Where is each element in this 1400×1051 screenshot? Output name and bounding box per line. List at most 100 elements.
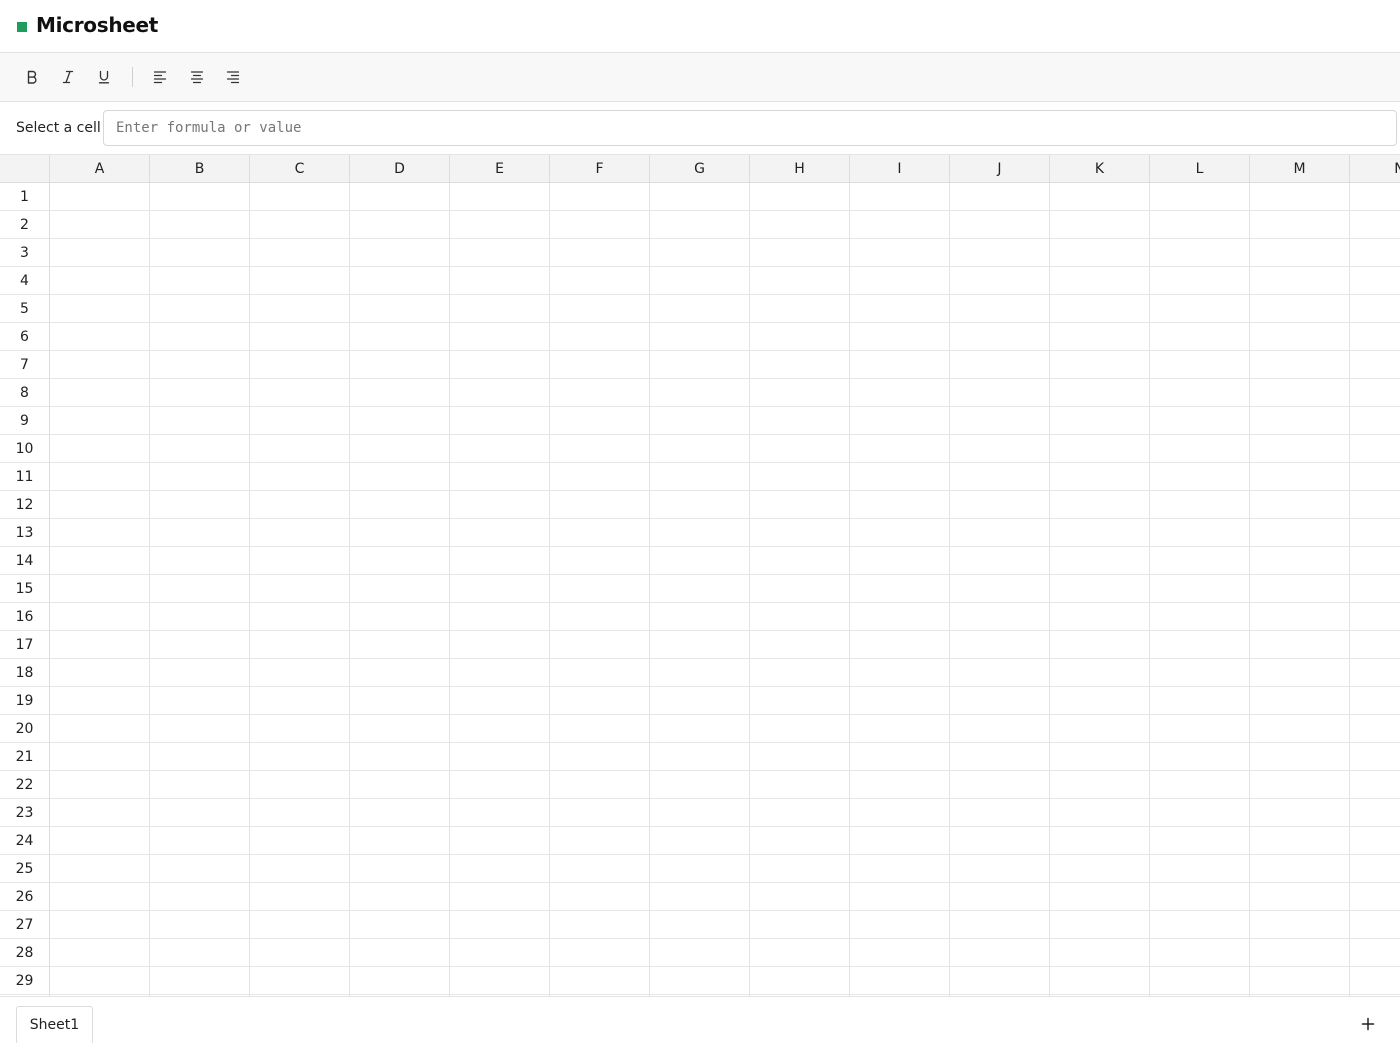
grid-cell[interactable] (350, 407, 450, 435)
grid-cell[interactable] (50, 603, 150, 631)
grid-cell[interactable] (350, 463, 450, 491)
grid-cell[interactable] (950, 603, 1050, 631)
grid-cell[interactable] (550, 435, 650, 463)
row-header[interactable]: 14 (0, 547, 50, 575)
grid-cell[interactable] (850, 463, 950, 491)
grid-cell[interactable] (150, 827, 250, 855)
grid-cell[interactable] (650, 239, 750, 267)
grid-cell[interactable] (1150, 799, 1250, 827)
grid-cell[interactable] (50, 939, 150, 967)
grid-cell[interactable] (1250, 631, 1350, 659)
grid-cell[interactable] (350, 183, 450, 211)
grid-cell[interactable] (550, 407, 650, 435)
column-header[interactable]: L (1150, 155, 1250, 183)
grid-cell[interactable] (650, 435, 750, 463)
grid-cell[interactable] (1050, 715, 1150, 743)
grid-cell[interactable] (150, 855, 250, 883)
grid-cell[interactable] (750, 351, 850, 379)
grid-cell[interactable] (750, 239, 850, 267)
grid-cell[interactable] (1250, 715, 1350, 743)
grid-cell[interactable] (450, 855, 550, 883)
grid-cell[interactable] (150, 379, 250, 407)
grid-cell[interactable] (250, 295, 350, 323)
grid-cell[interactable] (1150, 855, 1250, 883)
grid-cell[interactable] (1250, 911, 1350, 939)
grid-cell[interactable] (1150, 575, 1250, 603)
grid-cell[interactable] (750, 183, 850, 211)
grid-cell[interactable] (850, 631, 950, 659)
grid-cell[interactable] (1050, 379, 1150, 407)
grid-cell[interactable] (150, 491, 250, 519)
grid-cell[interactable] (850, 547, 950, 575)
grid-cell[interactable] (350, 743, 450, 771)
grid-cell[interactable] (1050, 295, 1150, 323)
grid-cell[interactable] (150, 967, 250, 995)
grid-cell[interactable] (50, 351, 150, 379)
grid-cell[interactable] (150, 295, 250, 323)
grid-cell[interactable] (1250, 603, 1350, 631)
grid-cell[interactable] (850, 267, 950, 295)
grid-cell[interactable] (750, 883, 850, 911)
grid-cell[interactable] (750, 911, 850, 939)
grid-cell[interactable] (750, 547, 850, 575)
row-header[interactable]: 17 (0, 631, 50, 659)
grid-cell[interactable] (650, 463, 750, 491)
column-header[interactable]: G (650, 155, 750, 183)
grid-cell[interactable] (750, 379, 850, 407)
grid-cell[interactable] (50, 967, 150, 995)
grid-cell[interactable] (950, 939, 1050, 967)
grid-cell[interactable] (150, 463, 250, 491)
grid-cell[interactable] (1050, 211, 1150, 239)
grid-cell[interactable] (850, 379, 950, 407)
grid-cell[interactable] (1150, 239, 1250, 267)
grid-cell[interactable] (150, 771, 250, 799)
grid-cell[interactable] (950, 659, 1050, 687)
grid-cell[interactable] (950, 687, 1050, 715)
grid-cell[interactable] (550, 183, 650, 211)
grid-cell[interactable] (650, 379, 750, 407)
grid-cell[interactable] (1350, 827, 1400, 855)
grid-cell[interactable] (250, 967, 350, 995)
grid-cell[interactable] (150, 715, 250, 743)
grid-cell[interactable] (850, 715, 950, 743)
grid-cell[interactable] (450, 939, 550, 967)
grid-cell[interactable] (950, 379, 1050, 407)
grid-cell[interactable] (850, 687, 950, 715)
grid-cell[interactable] (150, 211, 250, 239)
grid-cell[interactable] (1150, 435, 1250, 463)
grid-cell[interactable] (1150, 407, 1250, 435)
grid-cell[interactable] (1050, 183, 1150, 211)
grid-cell[interactable] (450, 575, 550, 603)
grid-cell[interactable] (150, 687, 250, 715)
grid-cell[interactable] (950, 967, 1050, 995)
grid-cell[interactable] (1150, 911, 1250, 939)
grid-cell[interactable] (1250, 967, 1350, 995)
grid-cell[interactable] (450, 211, 550, 239)
grid-cell[interactable] (1250, 267, 1350, 295)
grid-cell[interactable] (1350, 463, 1400, 491)
grid-cell[interactable] (750, 407, 850, 435)
column-header[interactable]: K (1050, 155, 1150, 183)
grid-cell[interactable] (1350, 939, 1400, 967)
grid-cell[interactable] (550, 463, 650, 491)
grid-cell[interactable] (250, 827, 350, 855)
grid-cell[interactable] (1150, 267, 1250, 295)
grid-cell[interactable] (1350, 855, 1400, 883)
grid-cell[interactable] (950, 547, 1050, 575)
grid-cell[interactable] (650, 407, 750, 435)
column-header[interactable]: I (850, 155, 950, 183)
grid-cell[interactable] (950, 883, 1050, 911)
grid-cell[interactable] (650, 855, 750, 883)
grid-cell[interactable] (250, 239, 350, 267)
grid-cell[interactable] (350, 211, 450, 239)
grid-cell[interactable] (850, 239, 950, 267)
grid-cell[interactable] (1350, 883, 1400, 911)
grid-cell[interactable] (350, 659, 450, 687)
grid-cell[interactable] (250, 855, 350, 883)
grid-cell[interactable] (1050, 855, 1150, 883)
grid-cell[interactable] (1250, 547, 1350, 575)
grid-cell[interactable] (950, 519, 1050, 547)
grid-cell[interactable] (1250, 323, 1350, 351)
grid-cell[interactable] (150, 547, 250, 575)
grid-cell[interactable] (950, 295, 1050, 323)
